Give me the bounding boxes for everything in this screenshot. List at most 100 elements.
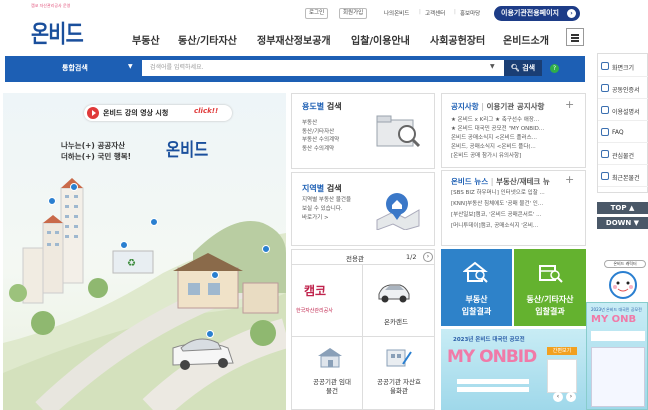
exclusive-page-indicator: 1/2 xyxy=(406,253,417,261)
gnb-bid-guide[interactable]: 입찰/이용안내 xyxy=(351,32,410,47)
notice-item[interactable]: 온비드, 공매소식지 <온비드 플다(... xyxy=(451,143,579,152)
tab-notice[interactable]: 공지사항 xyxy=(451,102,479,111)
customer-center-link[interactable]: 고객센터 xyxy=(425,9,445,17)
search-category-select[interactable]: 통합검색 xyxy=(62,63,88,73)
signup-button[interactable]: 회원가입 xyxy=(339,8,368,19)
login-button[interactable]: 로그인 xyxy=(305,8,329,19)
contest-title: 2023년 온비드 대국민 공모전 xyxy=(453,337,525,343)
institution-page-label: 이용기관전용페이지 xyxy=(501,9,559,17)
quick-recent[interactable]: 최근본물건 xyxy=(598,165,648,187)
mascot-character[interactable] xyxy=(606,270,640,300)
logo-subtitle: 캠코 자산관리공사 운영 xyxy=(31,3,71,8)
side-contest-banner[interactable]: 2023년 온비드 대국민 공모전 MY ONB xyxy=(586,302,648,410)
rental-house-icon xyxy=(315,346,345,368)
quick-zoom[interactable]: 화면크기 xyxy=(598,55,648,77)
gnb-about[interactable]: 온비드소개 xyxy=(503,32,549,47)
contest-poster xyxy=(547,359,577,393)
notice-item[interactable]: ★ 온비드 x K리그 ★ 축구선수 애장... xyxy=(451,116,579,125)
map-pin-icon[interactable] xyxy=(206,330,214,338)
gnb-movables[interactable]: 동산/기타자산 xyxy=(178,32,237,47)
map-pin-icon[interactable] xyxy=(48,197,56,205)
quick-certificate[interactable]: 공동인증서 xyxy=(598,77,648,99)
gnb-gov-property[interactable]: 정부재산정보공개 xyxy=(257,32,331,47)
exclusive-hall-title: 전용관 xyxy=(346,255,364,263)
map-pin-icon[interactable] xyxy=(120,241,128,249)
onbid-logo[interactable]: 온비드 xyxy=(31,14,84,49)
public-rental-link[interactable]: 공공기관 임대물건 xyxy=(312,378,352,396)
box-search-icon xyxy=(537,260,563,284)
side-contest-title: 2023년 온비드 대국민 공모전 xyxy=(591,307,642,312)
news-item[interactable]: [머니투데이]캠코, 공매소식지 '온비... xyxy=(451,222,579,231)
usage-link-real-estate[interactable]: 부동산 xyxy=(302,119,317,128)
notice-item[interactable]: [온비드 공매 참가시 유의사항] xyxy=(451,152,579,161)
usage-link-movables[interactable]: 동산/기타자산 xyxy=(302,128,334,137)
town-illustration: ♻ xyxy=(3,178,286,410)
institution-page-button[interactable]: 이용기관전용페이지 › xyxy=(494,6,580,21)
usage-link-re-private[interactable]: 부동산 수의계약 xyxy=(302,136,339,145)
gnb-social-market[interactable]: 사회공헌장터 xyxy=(430,32,485,47)
search-input[interactable]: 검색어를 입력하세요. xyxy=(142,60,504,76)
map-pin-icon[interactable] xyxy=(150,218,158,226)
divider xyxy=(362,264,363,410)
movables-result-line2: 입찰결과 xyxy=(535,307,565,316)
manual-icon xyxy=(601,106,609,114)
oncarland-link[interactable]: 온카랜드 xyxy=(384,316,408,326)
menu-icon[interactable] xyxy=(566,28,584,46)
play-icon xyxy=(87,107,99,119)
news-item[interactable]: [SBS BIZ 하우머니] 인터넷으로 입찰 ... xyxy=(451,189,579,198)
quick-faq[interactable]: FAQ xyxy=(598,121,648,143)
map-pin-icon[interactable] xyxy=(262,245,270,253)
recent-icon xyxy=(601,172,609,180)
quick-manual[interactable]: 이용설명서 xyxy=(598,99,648,121)
search-button[interactable]: 🔍︎ 검색 xyxy=(504,60,542,76)
folder-search-icon xyxy=(375,112,421,152)
scroll-top-button[interactable]: TOP ▲ xyxy=(597,202,648,214)
tab-realestate-news[interactable]: 부동산/재테크 뉴 xyxy=(496,177,550,186)
my-onbid-link[interactable]: 나의온비드 xyxy=(384,9,409,17)
scroll-down-button[interactable]: DOWN ▼ xyxy=(597,217,648,229)
more-plus-icon[interactable]: + xyxy=(565,173,574,186)
kamco-link[interactable]: 한국자산관리공사 xyxy=(296,307,333,314)
hero-illustration: ♻ xyxy=(3,93,286,410)
kamco-logo: 캠코 xyxy=(304,284,327,298)
tab-onbid-news[interactable]: 온비드 뉴스 xyxy=(451,177,488,186)
quick-view-tag[interactable]: 간편보기 xyxy=(547,347,577,355)
divider xyxy=(291,264,435,265)
contest-banner[interactable]: 2023년 온비드 대국민 공모전 MY ONBID 간편보기 ‹ › xyxy=(441,329,586,410)
next-page-button[interactable]: › xyxy=(423,252,433,262)
contest-date-bar xyxy=(457,387,529,392)
promotion-link[interactable]: 홍보마당 xyxy=(460,9,480,17)
quick-favorites[interactable]: 관심물건 xyxy=(598,143,648,165)
asset-efficiency-link[interactable]: 공공기관 자산효율화관 xyxy=(376,378,422,396)
gnb-real-estate[interactable]: 부동산 xyxy=(132,32,160,47)
character-speech-bubble: 온비드 캐릭터 xyxy=(604,260,646,268)
news-tabs: 온비드 뉴스 | 부동산/재테크 뉴 xyxy=(451,177,550,186)
faq-icon xyxy=(601,128,609,136)
usage-link-mv-private[interactable]: 동산 수의계약 xyxy=(302,145,334,154)
heart-icon xyxy=(601,150,609,158)
help-icon[interactable]: ? xyxy=(550,64,559,73)
more-plus-icon[interactable]: + xyxy=(565,98,574,111)
certificate-icon xyxy=(601,84,609,92)
banner-prev-button[interactable]: ‹ xyxy=(553,392,563,402)
region-search-title: 지역별 검색 xyxy=(302,184,342,193)
tab-inst-notice[interactable]: 이용기관 공지사항 xyxy=(487,102,545,111)
divider: | xyxy=(419,9,421,15)
notice-item[interactable]: ★ 온비드 대국민 공모전 "MY ONBID... xyxy=(451,125,579,134)
slogan-line-2: 더하는(+) 국민 행복! xyxy=(61,152,132,161)
news-item[interactable]: [부산일보]캠코, '온비드 공매콘서트' ... xyxy=(451,211,579,220)
banner-next-button[interactable]: › xyxy=(566,392,576,402)
map-pin-icon[interactable] xyxy=(70,183,78,191)
notice-item[interactable]: 온비드 공매소식지 <온비드 플러스... xyxy=(451,134,579,143)
region-shortcut-link[interactable]: 바로가기 > xyxy=(302,214,329,223)
svg-text:♻: ♻ xyxy=(127,258,136,269)
video-lecture-banner[interactable]: 온비드 강의 영상 시청 click!! xyxy=(84,105,232,121)
movables-result-line1: 동산/기타자산 xyxy=(526,295,574,304)
search-button-label: 검색 xyxy=(522,64,536,72)
car-icon xyxy=(376,278,412,304)
house-search-icon xyxy=(462,260,489,284)
real-estate-result-line1: 부동산 xyxy=(465,295,488,304)
region-desc-line: 보실 수 있습니다. xyxy=(302,206,343,212)
map-pin-icon[interactable] xyxy=(211,271,219,279)
news-item[interactable]: [KNN]부동산 침체에도 '공매 물건' 인... xyxy=(451,200,579,209)
